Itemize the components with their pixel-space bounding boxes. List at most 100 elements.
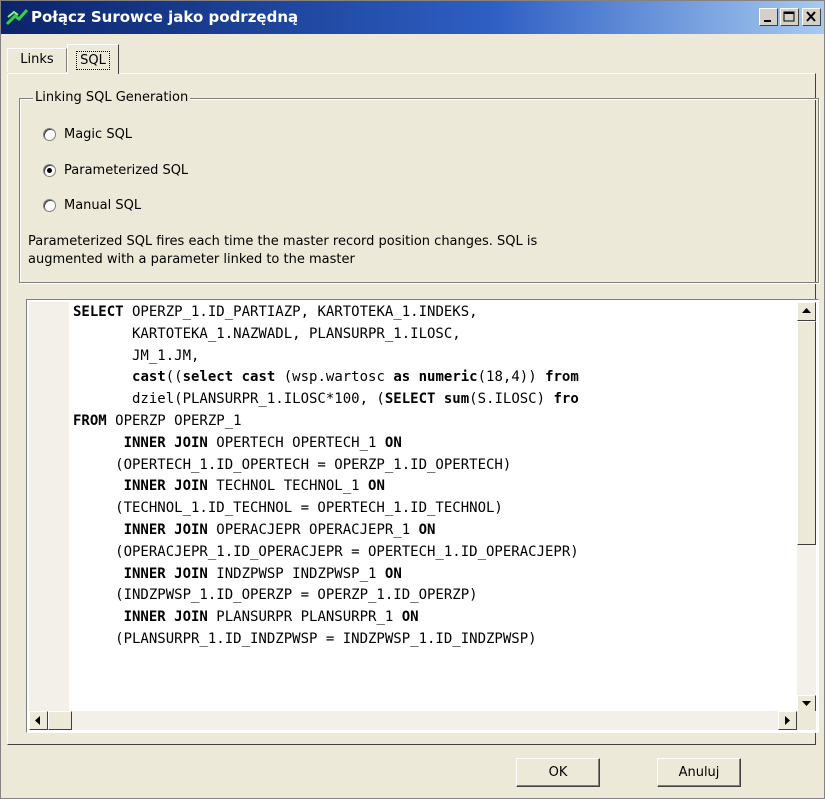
sql-keyword: INNER JOIN — [123, 609, 208, 626]
maximize-button[interactable] — [780, 8, 799, 26]
tab-strip: Links SQL — [1, 34, 824, 74]
sql-text: TECHNOL TECHNOL_1 — [207, 478, 369, 495]
window-title: Połącz Surowce jako podrzędną — [31, 8, 299, 26]
sql-text: (PLANSURPR_1.ID_INDZPWSP = INDZPWSP_1.ID… — [73, 630, 537, 647]
scroll-corner — [797, 711, 816, 730]
description-line: Parameterized SQL fires each time the ma… — [28, 234, 538, 249]
sql-editor[interactable]: SELECT OPERZP_1.ID_PARTIAZP, KARTOTEKA_1… — [26, 299, 819, 733]
sql-text: (INDZPWSP_1.ID_OPERZP = OPERZP_1.ID_OPER… — [73, 587, 478, 604]
radio-label: Manual SQL — [64, 197, 142, 213]
sql-line: FROM OPERZP OPERZP_1 — [73, 411, 791, 433]
sql-line: INNER JOIN INDZPWSP INDZPWSP_1 ON — [73, 564, 791, 586]
sql-keyword: ON — [384, 565, 402, 582]
cancel-button[interactable]: Anuluj — [657, 758, 741, 787]
sql-text: OPERZP_1.ID_PARTIAZP, KARTOTEKA_1.INDEKS… — [123, 304, 478, 320]
sql-keyword: INNER JOIN — [123, 478, 208, 495]
maximize-icon — [783, 11, 795, 22]
sql-line: SELECT OPERZP_1.ID_PARTIAZP, KARTOTEKA_1… — [73, 302, 791, 324]
sql-line: (INDZPWSP_1.ID_OPERZP = OPERZP_1.ID_OPER… — [73, 585, 791, 607]
sql-line: dziel(PLANSURPR_1.ILOSC*100, (SELECT sum… — [73, 389, 791, 411]
sql-line: (TECHNOL_1.ID_TECHNOL = OPERTECH_1.ID_TE… — [73, 498, 791, 520]
horizontal-scrollbar[interactable] — [29, 711, 797, 730]
minimize-icon — [764, 20, 771, 22]
arrow-up-icon — [802, 308, 811, 313]
tab-links-label: Links — [20, 52, 54, 67]
sql-text: KARTOTEKA_1.NAZWADL, PLANSURPR_1.ILOSC, — [73, 325, 461, 342]
description-line: augmented with a parameter linked to the… — [28, 252, 355, 267]
sql-keyword: fro — [553, 391, 579, 408]
sql-text: OPERZP OPERZP_1 — [106, 412, 242, 429]
arrow-down-icon — [802, 701, 811, 706]
sql-text: OPERACJEPR OPERACJEPR_1 — [207, 521, 419, 538]
sql-text: PLANSURPR PLANSURPR_1 — [207, 609, 402, 626]
radio-magic-sql[interactable]: Magic SQL — [43, 123, 132, 145]
close-icon — [806, 11, 816, 22]
scroll-left-button[interactable] — [29, 711, 48, 730]
sql-text: JM_1.JM, — [73, 347, 200, 364]
sql-keyword: ON — [384, 434, 402, 451]
radio-button[interactable] — [43, 198, 56, 212]
sql-line: INNER JOIN TECHNOL TECHNOL_1 ON — [73, 476, 791, 498]
sql-text: OPERTECH OPERTECH_1 — [207, 434, 385, 451]
sql-keyword: ON — [368, 478, 385, 495]
sql-text: dziel(PLANSURPR_1.ILOSC*100, ( — [73, 391, 385, 408]
sql-text: (OPERACJEPR_1.ID_OPERACJEPR = OPERTECH_1… — [73, 543, 579, 560]
editor-gutter — [29, 302, 69, 712]
vertical-scrollbar[interactable] — [797, 302, 816, 714]
arrow-right-icon — [785, 716, 790, 725]
sql-keyword: INNER JOIN — [123, 434, 208, 451]
sql-text: (18,4)) — [477, 369, 546, 386]
horizontal-scroll-thumb[interactable] — [48, 711, 72, 730]
sql-line: INNER JOIN OPERACJEPR OPERACJEPR_1 ON — [73, 520, 791, 542]
radio-manual-sql[interactable]: Manual SQL — [43, 194, 141, 216]
close-button[interactable] — [802, 8, 821, 26]
radio-label: Parameterized SQL — [64, 162, 189, 178]
sql-keyword: INNER JOIN — [123, 565, 208, 582]
radio-button[interactable] — [43, 127, 56, 141]
arrow-left-icon — [35, 716, 40, 725]
tab-sql-label: SQL — [76, 51, 110, 70]
sql-keyword: as numeric — [393, 369, 478, 386]
sql-keyword: from — [545, 369, 579, 386]
sql-text: (wsp.wartosc — [275, 369, 394, 386]
sql-keyword: select cast — [182, 369, 276, 386]
link-icon — [5, 6, 29, 28]
description-text: Parameterized SQL fires each time the ma… — [28, 233, 788, 269]
group-legend: Linking SQL Generation — [33, 90, 191, 105]
minimize-button[interactable] — [759, 8, 778, 26]
dialog-window: Połącz Surowce jako podrzędną Links SQL … — [0, 0, 825, 799]
radio-parameterized-sql[interactable]: Parameterized SQL — [43, 159, 188, 181]
scroll-up-button[interactable] — [797, 302, 816, 321]
tab-links[interactable]: Links — [7, 48, 67, 72]
sql-text: INDZPWSP INDZPWSP_1 — [207, 565, 385, 582]
sql-line: (PLANSURPR_1.ID_INDZPWSP = INDZPWSP_1.ID… — [73, 629, 791, 651]
scroll-right-button[interactable] — [778, 711, 797, 730]
sql-line: INNER JOIN OPERTECH OPERTECH_1 ON — [73, 433, 791, 455]
ok-button[interactable]: OK — [516, 758, 600, 787]
sql-line: cast((select cast (wsp.wartosc as numeri… — [73, 367, 791, 389]
sql-code[interactable]: SELECT OPERZP_1.ID_PARTIAZP, KARTOTEKA_1… — [73, 302, 791, 714]
sql-line: INNER JOIN PLANSURPR PLANSURPR_1 ON — [73, 607, 791, 629]
sql-keyword: ON — [418, 521, 436, 538]
sql-keyword: INNER JOIN — [123, 521, 208, 538]
sql-line: JM_1.JM, — [73, 346, 791, 368]
tab-sql[interactable]: SQL — [67, 44, 119, 74]
radio-button[interactable] — [43, 163, 56, 177]
sql-keyword: ON — [401, 609, 419, 626]
vertical-scroll-thumb[interactable] — [797, 321, 816, 545]
title-bar[interactable]: Połącz Surowce jako podrzędną — [1, 1, 824, 34]
sql-line: (OPERTECH_1.ID_OPERTECH = OPERZP_1.ID_OP… — [73, 455, 791, 477]
sql-line: KARTOTEKA_1.NAZWADL, PLANSURPR_1.ILOSC, — [73, 324, 791, 346]
sql-text: (OPERTECH_1.ID_OPERTECH = OPERZP_1.ID_OP… — [73, 456, 512, 473]
sql-keyword: SELECT sum — [384, 391, 470, 408]
sql-keyword: cast — [132, 369, 166, 386]
sql-keyword: FROM — [73, 412, 107, 429]
sql-keyword: SELECT — [73, 304, 124, 320]
sql-text: (S.ILOSC) — [469, 391, 554, 408]
